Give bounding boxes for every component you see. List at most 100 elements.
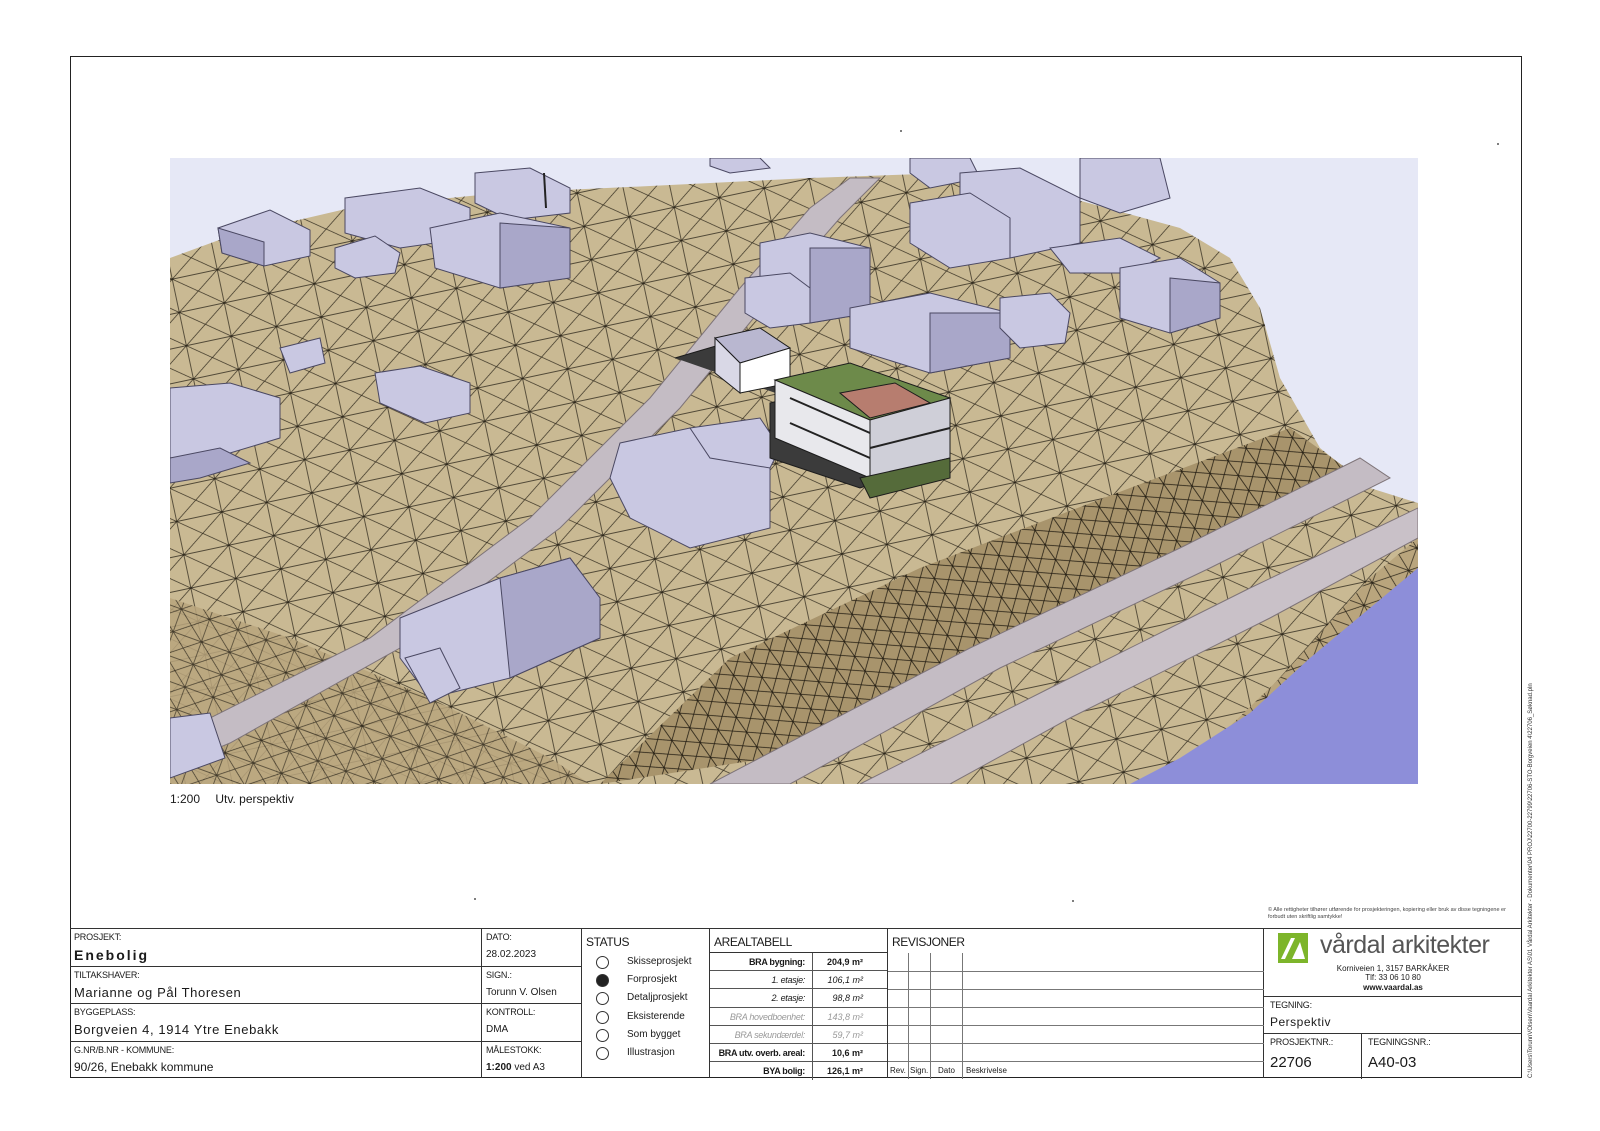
areal-divider <box>812 1007 813 1025</box>
status-list: Skisseprosjekt Forprosjekt Detaljprosjekt E… <box>582 953 709 1062</box>
areal-label: 2. etasje: <box>771 993 805 1004</box>
areal-label: BRA sekundærdel: <box>734 1029 806 1040</box>
drawing-scale: 1:200 <box>170 792 201 806</box>
revisjoner-title: REVISJONER <box>892 935 965 949</box>
status-option[interactable]: Illustrasjon <box>582 1044 709 1062</box>
areal-row: BRA bygning: 204,9 m² <box>710 953 887 972</box>
areal-row: BYA bolig: 126,1 m² <box>710 1062 887 1081</box>
tegning-value: Perspektiv <box>1270 1015 1332 1029</box>
status-radio-icon[interactable] <box>596 992 609 1006</box>
status-radio-icon[interactable] <box>596 1010 609 1024</box>
kontroll-label: KONTROLL: <box>486 1007 536 1017</box>
tegning-field: TEGNING: Perspektiv <box>1264 997 1522 1034</box>
areal-value: 126,1 m² <box>826 1066 863 1077</box>
sign-field: SIGN.: Torunn V. Olsen <box>482 967 581 1004</box>
dato-field: DATO: 28.02.2023 <box>482 929 581 967</box>
status-option-label: Detaljprosjekt <box>627 992 688 1004</box>
areal-value: 143,8 m² <box>827 1011 863 1022</box>
tiltakshaver-label: TILTAKSHAVER: <box>74 969 140 980</box>
areal-value: 98,8 m² <box>832 993 863 1004</box>
malestokk-field: MÅLESTOKK: 1:200 ved A3 <box>482 1042 581 1080</box>
title-block-company: vårdal arkitekter Korniveien 1, 3157 BAR… <box>1264 928 1522 1079</box>
byggeplass-label: BYGGEPLASS: <box>74 1007 136 1017</box>
status-radio-selected-icon[interactable] <box>596 974 609 988</box>
title-block-status: STATUS Skisseprosjekt Forprosjekt Detaljpr… <box>582 928 710 1078</box>
dato-label: DATO: <box>486 932 512 942</box>
status-option-label: Eksisterende <box>627 1010 685 1022</box>
status-option[interactable]: Forprosjekt <box>582 971 709 989</box>
areal-row: BRA sekundærdel: 59,7 m² <box>710 1025 887 1044</box>
rev-col-dato: Dato <box>938 1066 955 1075</box>
company-logo-box: vårdal arkitekter Korniveien 1, 3157 BAR… <box>1264 929 1522 997</box>
rev-col-line <box>930 953 931 1079</box>
status-option-label: Som bygget <box>627 1028 681 1040</box>
rev-row-line <box>888 989 1264 990</box>
areal-value: 204,9 m² <box>826 957 863 967</box>
status-option-label: Skisseprosjekt <box>627 956 692 967</box>
areal-value: 59,7 m² <box>832 1029 863 1040</box>
drawing-caption: 1:200 Utv. perspektiv <box>170 792 306 806</box>
sign-value: Torunn V. Olsen <box>486 986 557 998</box>
status-option[interactable]: Som bygget <box>582 1026 709 1044</box>
tegning-label: TEGNING: <box>1270 1000 1312 1010</box>
areal-row: BRA hovedboenhet: 143,8 m² <box>710 1007 887 1026</box>
areal-divider <box>812 1043 813 1062</box>
company-web: www.vaardal.as <box>1363 983 1423 992</box>
prosjektnr-label: PROSJEKTNR.: <box>1270 1037 1334 1047</box>
prosjektnr-value: 22706 <box>1270 1054 1312 1071</box>
status-option[interactable]: Skisseprosjekt <box>582 953 709 971</box>
areal-value: 10,6 m² <box>831 1047 863 1058</box>
areal-title: AREALTABELL <box>710 929 887 953</box>
title-block-areal: AREALTABELL BRA bygning: 204,9 m² 1. etasj… <box>710 928 888 1081</box>
rev-row-line <box>888 1043 1264 1044</box>
company-logo-icon <box>1278 933 1308 963</box>
areal-label: BYA bolig: <box>763 1066 805 1077</box>
areal-row: 1. etasje: 106,1 m² <box>710 971 887 990</box>
rev-col-line <box>962 953 963 1079</box>
areal-label: BRA utv. overb. areal: <box>718 1047 806 1058</box>
malestokk-label: MÅLESTOKK: <box>486 1044 542 1055</box>
malestokk-value: 1:200 ved A3 <box>486 1062 545 1073</box>
terrain-model <box>170 158 1418 784</box>
rev-row-line <box>888 1007 1264 1008</box>
malestokk-scale: 1:200 <box>486 1061 512 1073</box>
perspective-illustration <box>170 158 1418 784</box>
status-option[interactable]: Eksisterende <box>582 1008 709 1026</box>
areal-label: BRA hovedboenhet: <box>729 1011 805 1022</box>
tegningsnr-field: TEGNINGSNR.: A40-03 <box>1362 1034 1522 1079</box>
title-block-project: PROSJEKT: Enebolig TILTAKSHAVER: Mariann… <box>70 928 482 1078</box>
rev-col-line <box>908 953 909 1079</box>
company-name: vårdal arkitekter <box>1320 931 1490 959</box>
status-option-label: Forprosjekt <box>627 974 678 986</box>
rev-col-beskrivelse: Beskrivelse <box>966 1066 1007 1075</box>
areal-divider <box>812 1062 813 1081</box>
byggeplass-value: Borgveien 4, 1914 Ytre Enebakk <box>74 1022 279 1037</box>
gnr-field: G.NR/B.NR - KOMMUNE: 90/26, Enebakk komm… <box>70 1042 481 1080</box>
rev-row-line <box>888 971 1264 972</box>
areal-row: 2. etasje: 98,8 m² <box>710 989 887 1008</box>
status-option-label: Illustrasjon <box>627 1046 675 1058</box>
status-radio-icon[interactable] <box>596 956 609 969</box>
rev-row-line <box>888 1061 1264 1062</box>
prosjekt-value: Enebolig <box>74 947 150 963</box>
file-path: C:\Users\TorunnVOlsen\Vaardal Arkitekter… <box>1528 683 1534 1078</box>
tegningsnr-label: TEGNINGSNR.: <box>1368 1037 1431 1047</box>
status-option[interactable]: Detaljprosjekt <box>582 989 709 1007</box>
malestokk-suffix: ved A3 <box>514 1061 545 1073</box>
company-address: Korniveien 1, 3157 BARKÅKER <box>1336 964 1450 973</box>
status-radio-icon[interactable] <box>596 1028 609 1042</box>
areal-divider <box>812 989 813 1007</box>
kontroll-field: KONTROLL: DMA <box>482 1004 581 1042</box>
areal-label: BRA bygning: <box>748 957 805 967</box>
copyright-note: © Alle rettigheter tilhører utførende fo… <box>1268 907 1506 920</box>
areal-label: 1. etasje: <box>771 975 805 986</box>
prosjektnr-field: PROSJEKTNR.: 22706 <box>1264 1034 1362 1079</box>
areal-divider <box>812 953 813 971</box>
gnr-label: G.NR/B.NR - KOMMUNE: <box>74 1044 175 1055</box>
rev-row-line <box>888 1025 1264 1026</box>
rev-col-rev: Rev. <box>890 1066 906 1075</box>
areal-table: BRA bygning: 204,9 m² 1. etasje: 106,1 m² 2.… <box>710 953 887 1081</box>
dato-value: 28.02.2023 <box>486 949 537 960</box>
tiltakshaver-value: Marianne og Pål Thoresen <box>74 984 242 1000</box>
status-radio-icon[interactable] <box>596 1046 609 1060</box>
